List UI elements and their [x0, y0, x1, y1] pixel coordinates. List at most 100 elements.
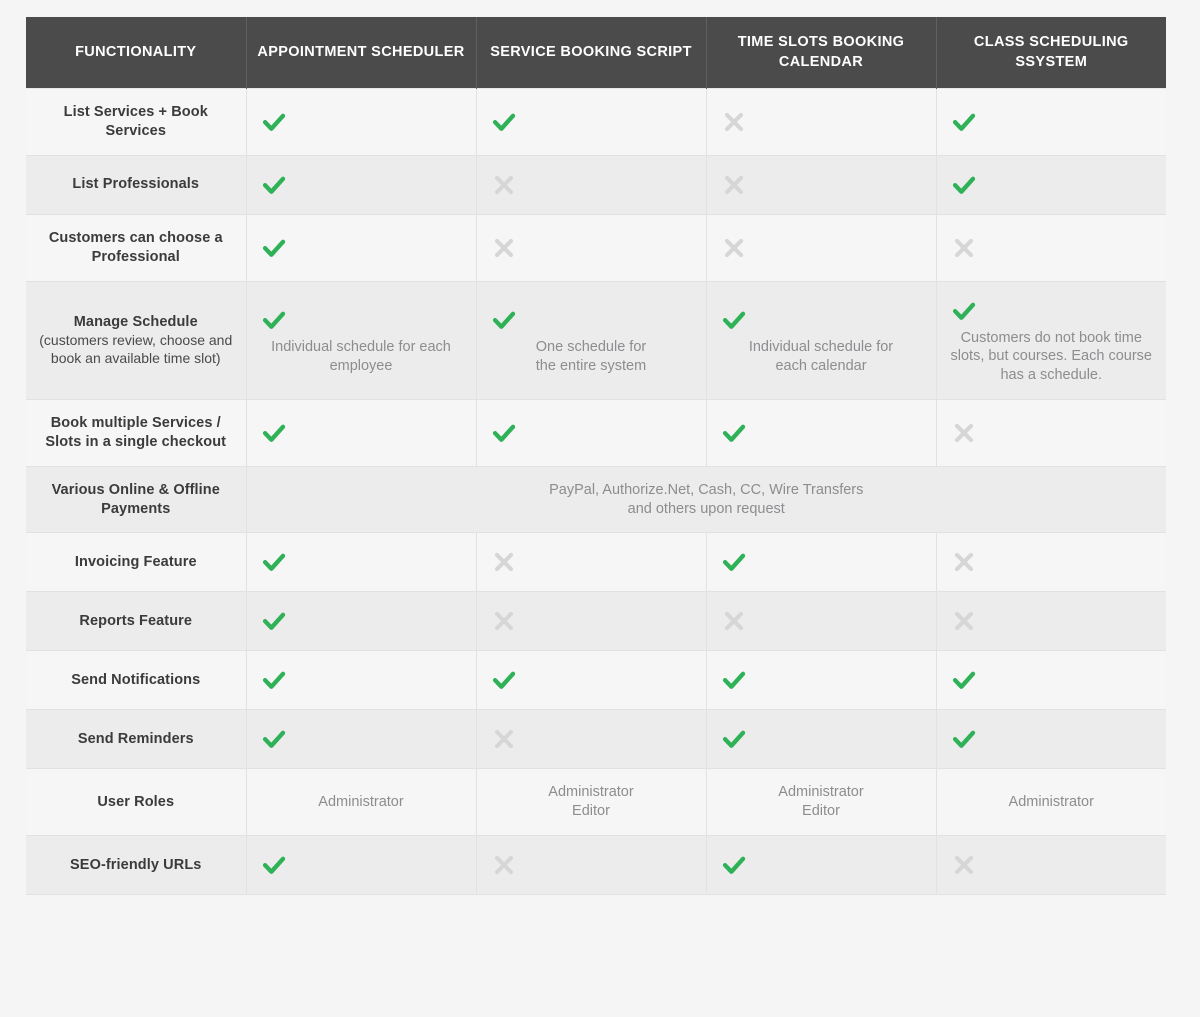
value-cell [246, 709, 477, 770]
table-row: Invoicing Feature [26, 532, 1166, 593]
cross-icon [489, 170, 694, 200]
value-cell [936, 709, 1166, 770]
value-cell [246, 214, 477, 282]
row-label: Send Notifications [71, 671, 201, 688]
check-icon [489, 418, 694, 448]
row-label: Invoicing Feature [74, 553, 197, 570]
value-cell [706, 155, 937, 215]
row-label-cell: User Roles [26, 768, 247, 837]
check-icon [259, 170, 464, 200]
check-icon [259, 107, 464, 137]
row-label-cell: Various Online & Offline Payments [26, 466, 247, 534]
row-label-cell: Customers can choose a Professional [26, 214, 247, 282]
row-label-cell: SEO-friendly URLs [26, 835, 247, 896]
cell-note: Administrator Editor [548, 784, 634, 820]
cell-note: PayPal, Authorize.Net, Cash, CC, Wire Tr… [549, 481, 864, 517]
cross-icon [489, 724, 694, 754]
table-row: Send Reminders [26, 709, 1166, 770]
row-label-cell: Invoicing Feature [26, 532, 247, 593]
value-cell [246, 532, 477, 593]
column-header-time-slots-booking-calendar: TIME SLOTS BOOKING CALENDAR [706, 17, 937, 89]
value-cell [706, 650, 937, 711]
column-header-service-booking-script: SERVICE BOOKING SCRIPT [476, 17, 707, 89]
value-cell [246, 591, 477, 652]
value-cell [246, 155, 477, 215]
value-cell [706, 88, 937, 156]
check-icon [259, 606, 464, 636]
check-icon [719, 724, 924, 754]
cross-icon [949, 547, 1155, 577]
merged-value-cell: PayPal, Authorize.Net, Cash, CC, Wire Tr… [246, 466, 1166, 534]
row-label: Book multiple Services / Slots in a sing… [45, 415, 227, 450]
table-row: Book multiple Services / Slots in a sing… [26, 399, 1166, 467]
value-cell: Individual schedule for each calendar [706, 281, 937, 401]
check-icon [949, 170, 1155, 200]
cross-icon [949, 606, 1155, 636]
check-icon [259, 547, 464, 577]
value-cell [476, 532, 707, 593]
value-cell [476, 835, 707, 896]
check-icon [949, 665, 1155, 695]
value-cell [936, 399, 1166, 467]
table-row: SEO-friendly URLs [26, 835, 1166, 896]
cross-icon [719, 606, 924, 636]
value-cell: One schedule for the entire system [476, 281, 707, 401]
value-cell [476, 650, 707, 711]
row-label: Various Online & Offline Payments [51, 481, 220, 517]
value-cell [936, 650, 1166, 711]
table-row: List Professionals [26, 155, 1166, 215]
row-label-cell: Send Reminders [26, 709, 247, 770]
cell-note: One schedule for the entire system [535, 338, 647, 374]
row-label-cell: Send Notifications [26, 650, 247, 711]
value-cell [936, 155, 1166, 215]
value-cell [706, 214, 937, 282]
check-icon [949, 724, 1155, 754]
cross-icon [489, 850, 694, 880]
value-cell [476, 709, 707, 770]
cross-icon [489, 547, 694, 577]
value-cell [706, 532, 937, 593]
table-row: User Roles Administrator Administrator Edi… [26, 768, 1166, 837]
value-cell [936, 591, 1166, 652]
cell-note: Administrator [318, 793, 404, 810]
check-icon [719, 305, 924, 335]
check-icon [259, 233, 464, 263]
check-icon [259, 418, 464, 448]
row-label: Customers can choose a Professional [48, 229, 223, 265]
table-header-row: FUNCTIONALITY APPOINTMENT SCHEDULER SERV… [26, 17, 1166, 89]
cross-icon [949, 233, 1155, 263]
value-cell [936, 214, 1166, 282]
check-icon [719, 547, 924, 577]
table-row: Send Notifications [26, 650, 1166, 711]
value-cell [936, 835, 1166, 896]
row-label: SEO-friendly URLs [70, 856, 202, 873]
cross-icon [719, 170, 924, 200]
value-cell [706, 399, 937, 467]
table-header: FUNCTIONALITY APPOINTMENT SCHEDULER SERV… [26, 17, 1166, 89]
table-row: List Services + Book Services [26, 88, 1166, 156]
column-header-appointment-scheduler: APPOINTMENT SCHEDULER [246, 17, 477, 89]
value-cell [246, 399, 477, 467]
value-cell [246, 88, 477, 156]
table-row: Customers can choose a Professional [26, 214, 1166, 282]
row-label-cell: Manage Schedule (customers review, choose… [26, 281, 247, 401]
functionality-comparison-table: FUNCTIONALITY APPOINTMENT SCHEDULER SERV… [26, 17, 1166, 896]
row-label-cell: List Services + Book Services [26, 88, 247, 156]
value-cell [706, 709, 937, 770]
row-label-cell: List Professionals [26, 155, 247, 215]
check-icon [949, 107, 1155, 137]
check-icon [719, 665, 924, 695]
row-label: User Roles [97, 793, 175, 810]
check-icon [259, 850, 464, 880]
cell-note: Individual schedule for each calendar [748, 338, 894, 374]
table-body: List Services + Book Services List Profes… [26, 88, 1166, 896]
row-label: Reports Feature [79, 612, 193, 629]
value-cell: Administrator Editor [476, 768, 707, 837]
cross-icon [719, 233, 924, 263]
value-cell [476, 214, 707, 282]
cell-note: Administrator Editor [778, 784, 864, 820]
value-cell [476, 88, 707, 156]
cross-icon [489, 606, 694, 636]
cell-note: Customers do not book time slots, but co… [950, 329, 1153, 384]
value-cell [476, 399, 707, 467]
